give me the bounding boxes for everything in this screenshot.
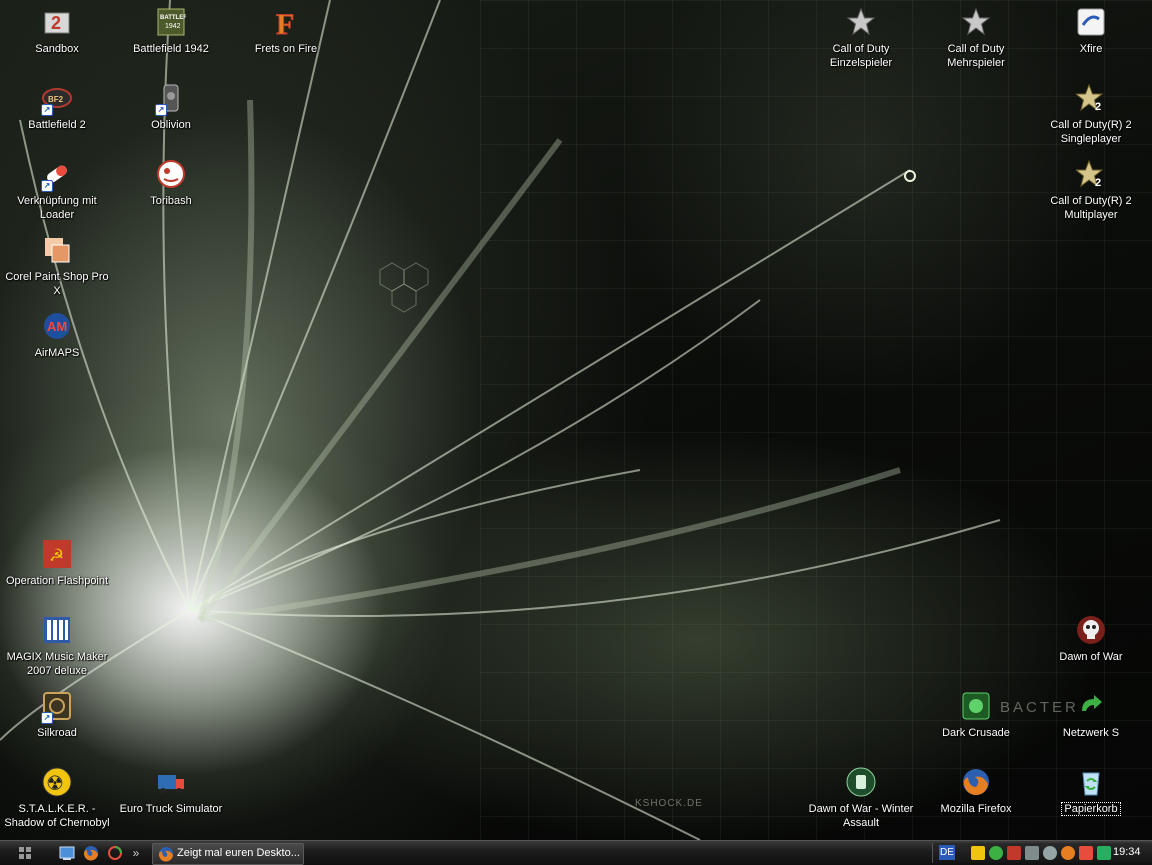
battery-icon[interactable]: [1097, 846, 1111, 860]
operation-flashpoint-icon: ☭: [41, 538, 73, 570]
desktop-icon-frets-on-fire[interactable]: F Frets on Fire: [230, 4, 342, 78]
desktop-icon-dawn-of-war[interactable]: Dawn of War: [1035, 612, 1147, 686]
desktop-icon-netzwerk[interactable]: Netzwerk S: [1035, 688, 1147, 762]
svg-text:☭: ☭: [49, 546, 64, 566]
desktop-icon-battlefield-2[interactable]: BF2 ↗ Battlefield 2: [1, 80, 113, 154]
recycle-bin-icon: [1075, 766, 1107, 798]
wallpaper-credit-text: KSHOCK.DE: [635, 798, 703, 809]
antivirus-icon[interactable]: [1007, 846, 1021, 860]
desktop-icon-euro-truck-simulator[interactable]: Euro Truck Simulator: [115, 764, 227, 838]
desktop-icon-papierkorb[interactable]: Papierkorb: [1035, 764, 1147, 838]
truck-icon: [155, 766, 187, 798]
firefox-icon: [960, 766, 992, 798]
desktop-icon-dark-crusade[interactable]: Dark Crusade: [920, 688, 1032, 762]
speaker-icon[interactable]: [1043, 846, 1057, 860]
desktop-icon-airmaps[interactable]: AM AirMAPS: [1, 308, 113, 382]
refresh-icon: [108, 846, 122, 860]
winter-assault-icon: [845, 766, 877, 798]
xfire-icon: [1075, 6, 1107, 38]
svg-text:1942: 1942: [165, 23, 181, 30]
desktop[interactable]: BACTER KSHOCK.DE 2 Sandbox BF2 ↗ Battlef…: [0, 0, 1152, 840]
desktop-icon-sandbox[interactable]: 2 Sandbox: [1, 4, 113, 78]
call-of-duty-2-icon: 2: [1075, 82, 1107, 114]
airmaps-icon: AM: [41, 310, 73, 342]
desktop-icon-cod2-singleplayer[interactable]: 2 Call of Duty(R) 2 Singleplayer: [1035, 80, 1147, 154]
taskbar-window-button[interactable]: Zeigt mal euren Deskto...: [152, 843, 304, 865]
desktop-icon-cod-mehrspieler[interactable]: Call of Duty Mehrspieler: [920, 4, 1032, 78]
windows-grid-icon: [19, 847, 31, 859]
network-icon: [1075, 690, 1107, 722]
language-indicator[interactable]: DE: [939, 845, 955, 860]
shortcut-arrow-icon: ↗: [41, 104, 53, 116]
clock[interactable]: 19:34: [1113, 846, 1141, 858]
start-button[interactable]: [14, 841, 36, 865]
quicklaunch-firefox[interactable]: [80, 841, 102, 865]
desktop-icon-toribash[interactable]: Toribash: [115, 156, 227, 230]
desktop-icon-loader[interactable]: ↗ Verknüpfung mit Loader: [1, 156, 113, 230]
sandbox-icon: 2: [41, 6, 73, 38]
desktop-icon-operation-flashpoint[interactable]: ☭ Operation Flashpoint: [1, 536, 113, 610]
quicklaunch-more[interactable]: »: [128, 841, 144, 865]
frets-on-fire-icon: F: [270, 6, 302, 38]
svg-text:BATTLEFIELD: BATTLEFIELD: [160, 15, 186, 21]
red-alert-icon[interactable]: [1079, 846, 1093, 860]
network-tray-icon[interactable]: [1025, 846, 1039, 860]
dawn-of-war-skull-icon: [1075, 614, 1107, 646]
taskbar: » Zeigt mal euren Deskto... DE 19:34: [0, 840, 1152, 865]
shortcut-arrow-icon: ↗: [41, 180, 53, 192]
battlefield-1942-icon: BATTLEFIELD 1942: [155, 6, 187, 38]
shield-icon[interactable]: [971, 846, 985, 860]
magix-piano-icon: [41, 614, 73, 646]
quicklaunch-desktop[interactable]: [56, 841, 78, 865]
taskbar-window-title: Zeigt mal euren Deskto...: [177, 847, 299, 859]
desktop-icon-magix[interactable]: MAGIX Music Maker 2007 deluxe: [1, 612, 113, 686]
svg-text:☢: ☢: [46, 771, 64, 795]
svg-text:2: 2: [1095, 177, 1101, 189]
update-icon[interactable]: [1061, 846, 1075, 860]
quicklaunch-refresh[interactable]: [104, 841, 126, 865]
desktop-icon-battlefield-1942[interactable]: BATTLEFIELD1942 Battlefield 1942: [115, 4, 227, 78]
wallpaper-node: [904, 170, 916, 182]
paint-shop-pro-icon: [41, 234, 73, 266]
svg-text:BF2: BF2: [48, 95, 64, 104]
svg-text:AM: AM: [47, 319, 67, 334]
firefox-icon: [158, 847, 173, 862]
desktop-icon-xfire[interactable]: Xfire: [1035, 4, 1147, 78]
desktop-icon-dawn-of-war-winter-assault[interactable]: Dawn of War - Winter Assault: [805, 764, 917, 838]
desktop-icon-silkroad[interactable]: ↗ Silkroad: [1, 688, 113, 762]
desktop-icon-stalker[interactable]: ☢ S.T.A.L.K.E.R. - Shadow of Chernobyl: [1, 764, 113, 838]
show-desktop-icon: [59, 846, 75, 860]
desktop-icon-paint-shop-pro[interactable]: Corel Paint Shop Pro X: [1, 232, 113, 306]
call-of-duty-2-icon: 2: [1075, 158, 1107, 190]
messenger-icon[interactable]: [989, 846, 1003, 860]
shortcut-arrow-icon: ↗: [41, 712, 53, 724]
svg-text:2: 2: [51, 13, 61, 33]
dark-crusade-icon: [960, 690, 992, 722]
toribash-icon: [155, 158, 187, 190]
system-tray: DE 19:34: [932, 843, 1152, 863]
desktop-icon-oblivion[interactable]: ↗ Oblivion: [115, 80, 227, 154]
firefox-icon: [83, 846, 98, 861]
call-of-duty-star-icon: [845, 6, 877, 38]
desktop-icon-cod2-multiplayer[interactable]: 2 Call of Duty(R) 2 Multiplayer: [1035, 156, 1147, 230]
svg-text:2: 2: [1095, 101, 1101, 113]
desktop-icon-cod-einzelspieler[interactable]: Call of Duty Einzelspieler: [805, 4, 917, 78]
call-of-duty-star-icon: [960, 6, 992, 38]
radiation-icon: ☢: [41, 766, 73, 798]
shortcut-arrow-icon: ↗: [155, 104, 167, 116]
desktop-icon-mozilla-firefox[interactable]: Mozilla Firefox: [920, 764, 1032, 838]
svg-text:F: F: [276, 8, 294, 37]
